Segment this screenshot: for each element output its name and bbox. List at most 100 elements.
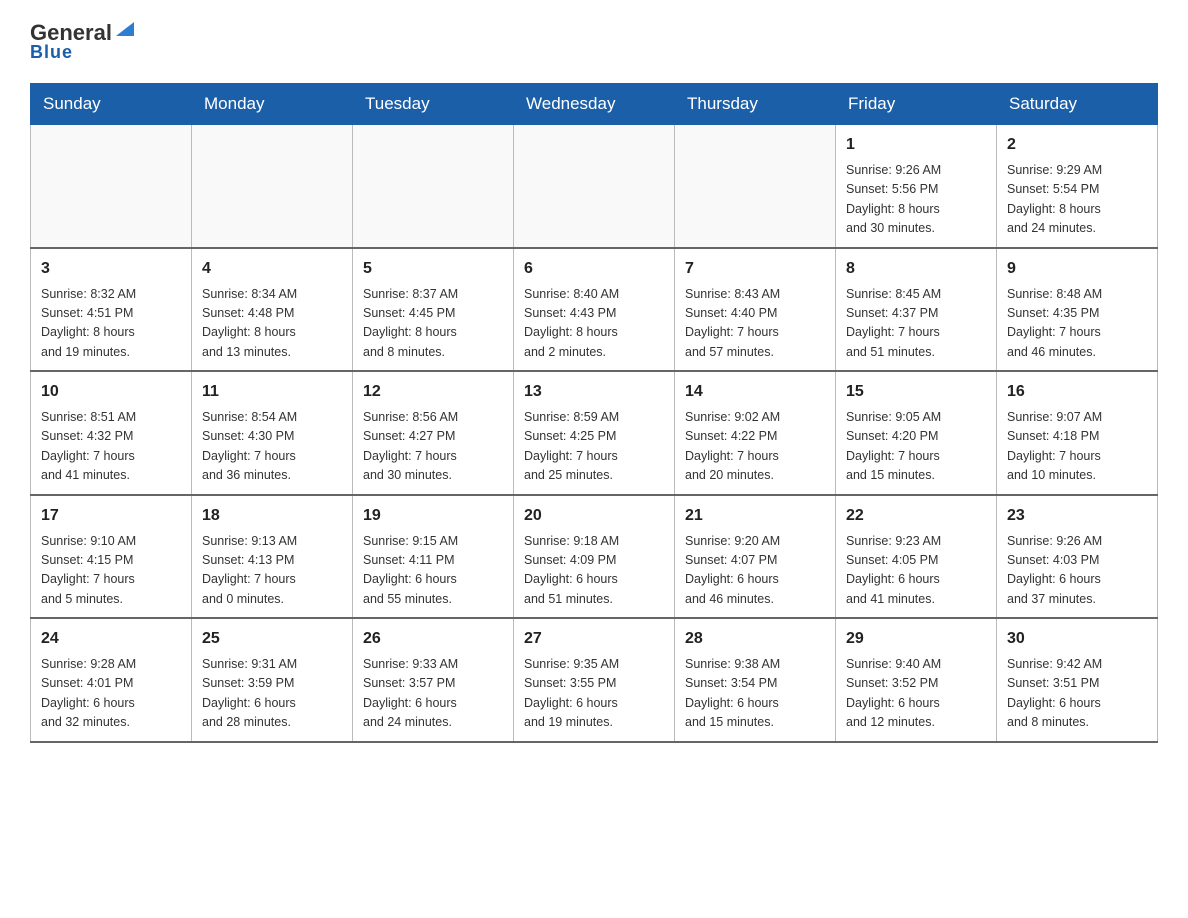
day-number: 20 xyxy=(524,504,664,528)
day-number: 26 xyxy=(363,627,503,651)
day-number: 30 xyxy=(1007,627,1147,651)
calendar-cell: 16Sunrise: 9:07 AM Sunset: 4:18 PM Dayli… xyxy=(997,371,1158,495)
calendar-cell: 8 Sunrise: 8:45 AM Sunset: 4:37 PM Daylig… xyxy=(836,248,997,372)
calendar-cell: 29 Sunrise: 9:40 AM Sunset: 3:52 PM Dayli… xyxy=(836,618,997,742)
day-number: 5 xyxy=(363,257,503,281)
calendar-cell: 15 Sunrise: 9:05 AM Sunset: 4:20 PM Dayli… xyxy=(836,371,997,495)
day-info: Sunrise: 9:40 AM Sunset: 3:52 PM Dayligh… xyxy=(846,655,986,733)
column-header-wednesday: Wednesday xyxy=(514,84,675,125)
day-info: Sunrise: 9:23 AM Sunset: 4:05 PM Dayligh… xyxy=(846,532,986,610)
calendar-cell: 22Sunrise: 9:23 AM Sunset: 4:05 PM Dayli… xyxy=(836,495,997,619)
day-info: Sunrise: 8:48 AM Sunset: 4:35 PM Dayligh… xyxy=(1007,285,1147,363)
calendar-week-5: 24 Sunrise: 9:28 AM Sunset: 4:01 PM Dayli… xyxy=(31,618,1158,742)
calendar-cell: 5 Sunrise: 8:37 AM Sunset: 4:45 PM Daylig… xyxy=(353,248,514,372)
calendar-table: SundayMondayTuesdayWednesdayThursdayFrid… xyxy=(30,83,1158,743)
day-info: Sunrise: 8:51 AM Sunset: 4:32 PM Dayligh… xyxy=(41,408,181,486)
day-number: 18 xyxy=(202,504,342,528)
calendar-cell: 9Sunrise: 8:48 AM Sunset: 4:35 PM Daylig… xyxy=(997,248,1158,372)
day-info: Sunrise: 9:42 AM Sunset: 3:51 PM Dayligh… xyxy=(1007,655,1147,733)
day-number: 27 xyxy=(524,627,664,651)
day-info: Sunrise: 9:31 AM Sunset: 3:59 PM Dayligh… xyxy=(202,655,342,733)
calendar-header-row: SundayMondayTuesdayWednesdayThursdayFrid… xyxy=(31,84,1158,125)
calendar-week-1: 1 Sunrise: 9:26 AM Sunset: 5:56 PM Daylig… xyxy=(31,125,1158,248)
day-number: 24 xyxy=(41,627,181,651)
day-number: 16 xyxy=(1007,380,1147,404)
day-number: 6 xyxy=(524,257,664,281)
calendar-cell: 3 Sunrise: 8:32 AM Sunset: 4:51 PM Daylig… xyxy=(31,248,192,372)
calendar-cell: 21Sunrise: 9:20 AM Sunset: 4:07 PM Dayli… xyxy=(675,495,836,619)
day-info: Sunrise: 9:18 AM Sunset: 4:09 PM Dayligh… xyxy=(524,532,664,610)
calendar-cell: 14 Sunrise: 9:02 AM Sunset: 4:22 PM Dayli… xyxy=(675,371,836,495)
day-number: 4 xyxy=(202,257,342,281)
calendar-cell: 2 Sunrise: 9:29 AM Sunset: 5:54 PM Daylig… xyxy=(997,125,1158,248)
day-info: Sunrise: 9:15 AM Sunset: 4:11 PM Dayligh… xyxy=(363,532,503,610)
day-info: Sunrise: 9:26 AM Sunset: 5:56 PM Dayligh… xyxy=(846,161,986,239)
calendar-week-3: 10Sunrise: 8:51 AM Sunset: 4:32 PM Dayli… xyxy=(31,371,1158,495)
day-info: Sunrise: 9:33 AM Sunset: 3:57 PM Dayligh… xyxy=(363,655,503,733)
calendar-cell: 17 Sunrise: 9:10 AM Sunset: 4:15 PM Dayli… xyxy=(31,495,192,619)
column-header-saturday: Saturday xyxy=(997,84,1158,125)
day-number: 14 xyxy=(685,380,825,404)
day-number: 3 xyxy=(41,257,181,281)
calendar-cell: 11 Sunrise: 8:54 AM Sunset: 4:30 PM Dayli… xyxy=(192,371,353,495)
column-header-friday: Friday xyxy=(836,84,997,125)
calendar-cell xyxy=(192,125,353,248)
day-info: Sunrise: 8:54 AM Sunset: 4:30 PM Dayligh… xyxy=(202,408,342,486)
day-info: Sunrise: 8:43 AM Sunset: 4:40 PM Dayligh… xyxy=(685,285,825,363)
day-info: Sunrise: 8:56 AM Sunset: 4:27 PM Dayligh… xyxy=(363,408,503,486)
day-number: 2 xyxy=(1007,133,1147,157)
day-number: 1 xyxy=(846,133,986,157)
calendar-cell: 23Sunrise: 9:26 AM Sunset: 4:03 PM Dayli… xyxy=(997,495,1158,619)
day-number: 11 xyxy=(202,380,342,404)
calendar-cell: 12 Sunrise: 8:56 AM Sunset: 4:27 PM Dayli… xyxy=(353,371,514,495)
calendar-cell: 25 Sunrise: 9:31 AM Sunset: 3:59 PM Dayli… xyxy=(192,618,353,742)
column-header-thursday: Thursday xyxy=(675,84,836,125)
calendar-cell: 4 Sunrise: 8:34 AM Sunset: 4:48 PM Daylig… xyxy=(192,248,353,372)
calendar-cell: 18 Sunrise: 9:13 AM Sunset: 4:13 PM Dayli… xyxy=(192,495,353,619)
day-info: Sunrise: 9:10 AM Sunset: 4:15 PM Dayligh… xyxy=(41,532,181,610)
calendar-week-2: 3 Sunrise: 8:32 AM Sunset: 4:51 PM Daylig… xyxy=(31,248,1158,372)
calendar-cell: 6 Sunrise: 8:40 AM Sunset: 4:43 PM Daylig… xyxy=(514,248,675,372)
day-info: Sunrise: 8:45 AM Sunset: 4:37 PM Dayligh… xyxy=(846,285,986,363)
calendar-cell: 7Sunrise: 8:43 AM Sunset: 4:40 PM Daylig… xyxy=(675,248,836,372)
calendar-cell: 1 Sunrise: 9:26 AM Sunset: 5:56 PM Daylig… xyxy=(836,125,997,248)
day-number: 12 xyxy=(363,380,503,404)
calendar-cell: 20 Sunrise: 9:18 AM Sunset: 4:09 PM Dayli… xyxy=(514,495,675,619)
day-number: 19 xyxy=(363,504,503,528)
page-header: General Blue xyxy=(30,20,1158,63)
calendar-cell xyxy=(514,125,675,248)
day-number: 23 xyxy=(1007,504,1147,528)
column-header-tuesday: Tuesday xyxy=(353,84,514,125)
day-info: Sunrise: 9:05 AM Sunset: 4:20 PM Dayligh… xyxy=(846,408,986,486)
day-info: Sunrise: 8:40 AM Sunset: 4:43 PM Dayligh… xyxy=(524,285,664,363)
day-info: Sunrise: 8:32 AM Sunset: 4:51 PM Dayligh… xyxy=(41,285,181,363)
day-info: Sunrise: 9:28 AM Sunset: 4:01 PM Dayligh… xyxy=(41,655,181,733)
logo-text-blue: Blue xyxy=(30,42,73,63)
day-number: 8 xyxy=(846,257,986,281)
day-number: 17 xyxy=(41,504,181,528)
calendar-week-4: 17 Sunrise: 9:10 AM Sunset: 4:15 PM Dayli… xyxy=(31,495,1158,619)
calendar-cell: 10Sunrise: 8:51 AM Sunset: 4:32 PM Dayli… xyxy=(31,371,192,495)
calendar-cell: 19 Sunrise: 9:15 AM Sunset: 4:11 PM Dayli… xyxy=(353,495,514,619)
day-number: 25 xyxy=(202,627,342,651)
logo-triangle-icon xyxy=(114,18,136,40)
day-number: 28 xyxy=(685,627,825,651)
calendar-cell xyxy=(675,125,836,248)
day-info: Sunrise: 9:38 AM Sunset: 3:54 PM Dayligh… xyxy=(685,655,825,733)
calendar-cell: 27 Sunrise: 9:35 AM Sunset: 3:55 PM Dayli… xyxy=(514,618,675,742)
day-info: Sunrise: 9:13 AM Sunset: 4:13 PM Dayligh… xyxy=(202,532,342,610)
calendar-cell: 28 Sunrise: 9:38 AM Sunset: 3:54 PM Dayli… xyxy=(675,618,836,742)
calendar-cell xyxy=(31,125,192,248)
calendar-cell: 13Sunrise: 8:59 AM Sunset: 4:25 PM Dayli… xyxy=(514,371,675,495)
day-number: 21 xyxy=(685,504,825,528)
column-header-monday: Monday xyxy=(192,84,353,125)
logo: General Blue xyxy=(30,20,136,63)
day-info: Sunrise: 8:37 AM Sunset: 4:45 PM Dayligh… xyxy=(363,285,503,363)
calendar-cell: 30 Sunrise: 9:42 AM Sunset: 3:51 PM Dayli… xyxy=(997,618,1158,742)
day-info: Sunrise: 8:34 AM Sunset: 4:48 PM Dayligh… xyxy=(202,285,342,363)
day-info: Sunrise: 9:02 AM Sunset: 4:22 PM Dayligh… xyxy=(685,408,825,486)
day-number: 15 xyxy=(846,380,986,404)
day-number: 29 xyxy=(846,627,986,651)
day-info: Sunrise: 9:35 AM Sunset: 3:55 PM Dayligh… xyxy=(524,655,664,733)
day-info: Sunrise: 9:29 AM Sunset: 5:54 PM Dayligh… xyxy=(1007,161,1147,239)
